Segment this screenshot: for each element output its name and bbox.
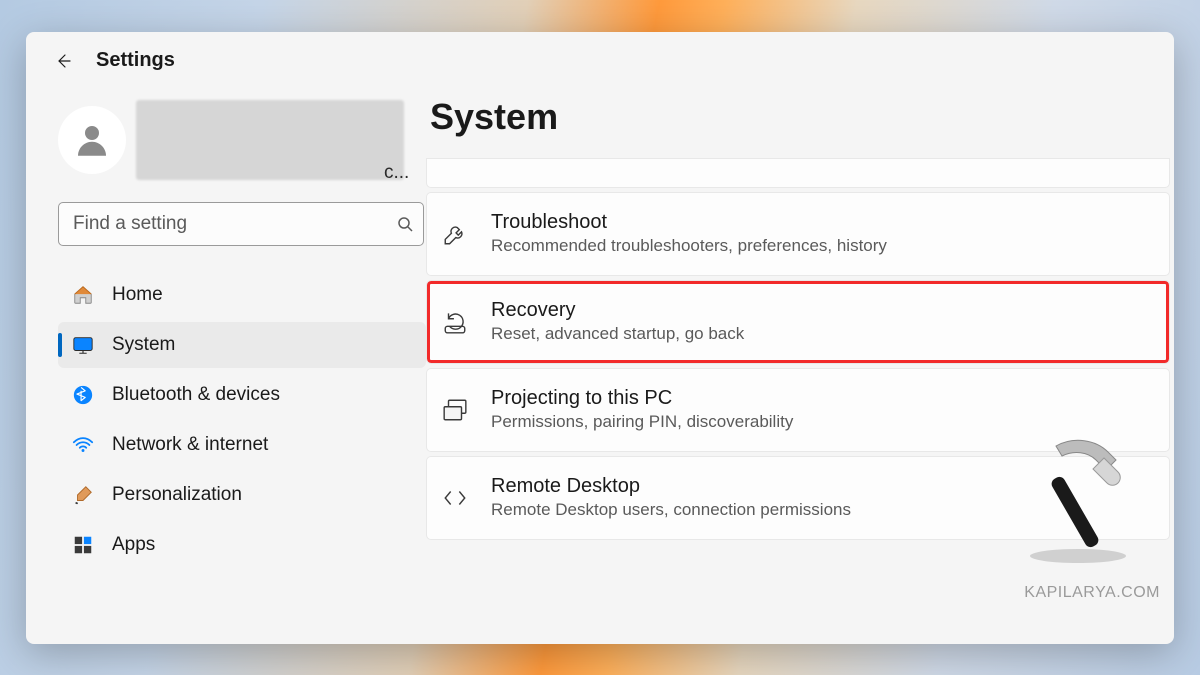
- sidebar-item-personalization[interactable]: Personalization: [58, 472, 426, 518]
- home-icon: [72, 284, 94, 306]
- generic-icon: [441, 158, 469, 181]
- setting-desc: Recommended troubleshooters, preferences…: [491, 236, 887, 256]
- sidebar-item-label: Home: [112, 284, 163, 306]
- sidebar-item-network[interactable]: Network & internet: [58, 422, 426, 468]
- setting-row-projecting[interactable]: Projecting to this PC Permissions, pairi…: [426, 368, 1170, 452]
- setting-row-recovery[interactable]: Recovery Reset, advanced startup, go bac…: [426, 280, 1170, 364]
- system-icon: [72, 334, 94, 356]
- settings-window: Settings c... Home: [26, 32, 1174, 644]
- setting-row-remote-desktop[interactable]: Remote Desktop Remote Desktop users, con…: [426, 456, 1170, 540]
- account-info-blurred: [136, 100, 404, 180]
- sidebar-item-apps[interactable]: Apps: [58, 522, 426, 568]
- bluetooth-icon: [72, 384, 94, 406]
- setting-row-troubleshoot[interactable]: Troubleshoot Recommended troubleshooters…: [426, 192, 1170, 276]
- projecting-icon: [441, 396, 469, 424]
- search-icon: [397, 216, 413, 232]
- watermark-text: KAPILARYA.COM: [1024, 584, 1160, 602]
- arrow-left-icon: [55, 53, 71, 69]
- titlebar: Settings: [26, 32, 1174, 84]
- account-section[interactable]: [58, 100, 416, 180]
- setting-desc: Permissions, pairing PIN, discoverabilit…: [491, 412, 793, 432]
- sidebar-item-label: Apps: [112, 534, 155, 556]
- user-icon: [71, 119, 113, 161]
- setting-text: Troubleshoot Recommended troubleshooters…: [491, 211, 887, 256]
- paintbrush-icon: [72, 484, 94, 506]
- sidebar-item-label: Personalization: [112, 484, 242, 506]
- setting-title: Recovery: [491, 299, 744, 322]
- app-title: Settings: [96, 49, 175, 72]
- content: c... Home System: [26, 84, 1174, 644]
- back-button[interactable]: [48, 46, 78, 76]
- setting-title: Projecting to this PC: [491, 387, 793, 410]
- setting-title: Troubleshoot: [491, 211, 887, 234]
- search-input[interactable]: [73, 213, 397, 235]
- sidebar: c... Home System: [26, 84, 426, 644]
- recovery-icon: [441, 308, 469, 336]
- sidebar-item-home[interactable]: Home: [58, 272, 426, 318]
- page-title: System: [426, 84, 1174, 158]
- apps-icon: [72, 534, 94, 556]
- avatar: [58, 106, 126, 174]
- settings-list: Troubleshoot Recommended troubleshooters…: [426, 158, 1174, 540]
- setting-text: Remote Desktop Remote Desktop users, con…: [491, 475, 851, 520]
- sidebar-item-system[interactable]: System: [58, 322, 426, 368]
- wrench-icon: [441, 220, 469, 248]
- search-box[interactable]: [58, 202, 424, 246]
- sidebar-item-label: Network & internet: [112, 434, 268, 456]
- main-panel: System Troubleshoot Recommended troubles…: [426, 84, 1174, 644]
- sidebar-item-label: System: [112, 334, 175, 356]
- setting-row-partial[interactable]: [426, 158, 1170, 188]
- sidebar-item-label: Bluetooth & devices: [112, 384, 280, 406]
- sidebar-item-bluetooth[interactable]: Bluetooth & devices: [58, 372, 426, 418]
- account-truncated-text: c...: [384, 162, 409, 184]
- setting-desc: Reset, advanced startup, go back: [491, 324, 744, 344]
- remote-desktop-icon: [441, 484, 469, 512]
- setting-text: Projecting to this PC Permissions, pairi…: [491, 387, 793, 432]
- setting-title: Remote Desktop: [491, 475, 851, 498]
- wifi-icon: [72, 434, 94, 456]
- nav-list: Home System Bluetooth & devices: [58, 272, 416, 568]
- setting-text: Recovery Reset, advanced startup, go bac…: [491, 299, 744, 344]
- setting-desc: Remote Desktop users, connection permiss…: [491, 500, 851, 520]
